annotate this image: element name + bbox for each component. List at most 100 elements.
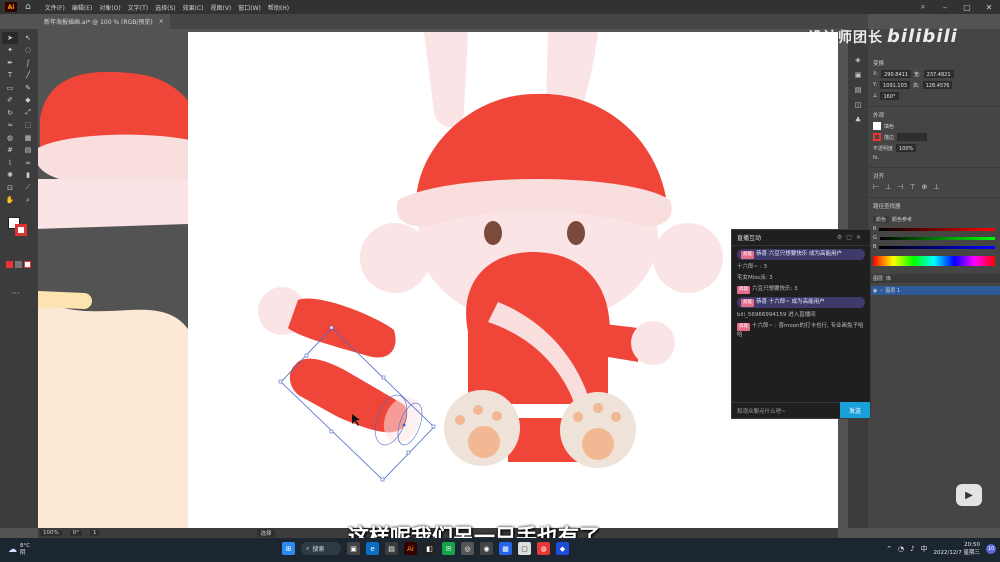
color-reference-tab[interactable]: 颜色参考 [892,216,912,223]
fx-button[interactable]: fx. [873,155,879,161]
clock[interactable]: 20:50 2022/12/7 星期三 [934,541,980,557]
panel-icon-b[interactable]: ▤ [848,83,868,98]
color-button[interactable] [6,261,13,268]
rotation-value[interactable]: 0° [69,530,82,536]
stroke-swatch[interactable] [15,224,27,236]
lasso-icon[interactable]: ◌ [20,45,36,57]
eraser-icon[interactable]: ◆ [20,95,36,107]
align-right-icon[interactable]: ⊣ [897,183,903,191]
menu-edit[interactable]: 编辑(E) [72,3,92,12]
volume-icon[interactable]: ♪ [910,545,914,553]
align-left-icon[interactable]: ⊢ [873,183,879,191]
menu-view[interactable]: 视图(V) [210,3,231,12]
color-spectrum[interactable] [873,256,995,266]
weather-widget[interactable]: ☁ 8°C 阴 [8,543,30,557]
app-icon-b[interactable]: ▢ [518,542,531,555]
canvas-area[interactable] [38,29,838,528]
color-tab[interactable]: 颜色 [873,216,890,223]
pen-tool-icon[interactable]: ✒ [2,57,18,69]
fill-color-chip[interactable] [873,122,881,130]
w-field[interactable]: 237.4821 [923,70,954,78]
warp-tool-icon[interactable]: ≈ [2,120,18,132]
type-tool-icon[interactable]: T [2,70,18,82]
curvature-tool-icon[interactable]: ∫ [20,57,36,69]
wifi-icon[interactable]: ◔ [898,545,904,553]
zoom-tool-icon[interactable]: ⌕ [20,195,36,207]
align-bottom-icon[interactable]: ⊥ [933,183,939,191]
shape-builder-icon[interactable]: ◍ [2,132,18,144]
home-icon[interactable]: ⌂ [25,2,31,12]
y-field[interactable]: 1091.103 [880,81,910,89]
more-tools-icon[interactable]: ··· [12,289,20,298]
send-button[interactable]: 发送 [840,402,870,418]
x-field[interactable]: 290.8411 [881,70,911,78]
layers-tab[interactable]: 图层 [873,275,883,282]
line-tool-icon[interactable]: ╱ [20,70,36,82]
cube-icon[interactable]: ◈ [848,53,868,68]
h-field[interactable]: 128.4576 [922,81,953,89]
direct-selection-tool-icon[interactable]: ↖ [20,32,36,44]
fill-stroke-swatches[interactable] [6,215,32,255]
scale-tool-icon[interactable]: ⤢ [20,107,36,119]
artboard-number[interactable]: 1 [89,530,100,536]
hand-tool-icon[interactable]: ✋ [2,195,18,207]
layer-name[interactable]: 图层 1 [885,287,900,294]
mesh-tool-icon[interactable]: # [2,145,18,157]
minimize-icon[interactable]: – [934,3,956,12]
perspective-grid-icon[interactable]: ▦ [20,132,36,144]
opacity-field[interactable]: 100% [896,144,917,152]
gradient-button[interactable] [15,261,22,268]
maximize-icon[interactable]: ▢ [956,3,978,12]
g-slider[interactable] [879,236,995,240]
chat-input[interactable]: 和观众聊点什么吧~ [737,407,786,415]
chrome-icon[interactable]: ◍ [537,542,550,555]
club-icon[interactable]: ♣ [848,113,868,128]
tab-close-icon[interactable]: × [159,18,164,25]
document-tab[interactable]: 新年海报插画.ai* @ 100 % (RGB/预览) × [38,14,170,29]
ime-icon[interactable]: 中 [921,544,928,554]
rectangle-tool-icon[interactable]: ▭ [2,82,18,94]
paintbrush-icon[interactable]: ✎ [20,82,36,94]
align-top-icon[interactable]: ⊤ [909,183,915,191]
tool-icon[interactable]: ▦ [499,542,512,555]
notification-badge[interactable]: 10 [986,544,996,554]
app-icon[interactable]: ◎ [461,542,474,555]
r-slider[interactable] [879,227,995,231]
artboard-tool-icon[interactable]: ⊡ [2,182,18,194]
chat-header-icons[interactable]: ⚙▢✕ [837,234,865,241]
panel-icon-a[interactable]: ▣ [848,68,868,83]
explorer-icon[interactable]: ▤ [385,542,398,555]
edge-icon[interactable]: e [366,542,379,555]
b-slider[interactable] [879,245,995,249]
align-middle-icon[interactable]: ⊕ [921,183,927,191]
magic-wand-icon[interactable]: ✦ [2,45,18,57]
game-icon[interactable]: ◉ [480,542,493,555]
store-icon[interactable]: ◆ [556,542,569,555]
search-icon[interactable]: ⌕ [912,2,934,12]
selection-tool-icon[interactable]: ➤ [2,32,18,44]
blend-tool-icon[interactable]: ∞ [20,157,36,169]
visibility-eye-icon[interactable]: ◉ [873,288,877,294]
slice-tool-icon[interactable]: ⟋ [20,182,36,194]
menu-object[interactable]: 对象(O) [99,3,120,12]
column-graph-icon[interactable]: ▮ [20,170,36,182]
menu-file[interactable]: 文件(F) [45,3,65,12]
align-center-icon[interactable]: ⊥ [885,183,891,191]
task-view-icon[interactable]: ▣ [347,542,360,555]
menu-window[interactable]: 窗口(W) [238,3,261,12]
eyedropper-icon[interactable]: ⌇ [2,157,18,169]
taskbar-search[interactable]: ⌕ 搜索 [301,542,341,555]
library-tab[interactable]: 库 [886,275,891,282]
menu-type[interactable]: 文字(T) [128,3,148,12]
panel-icon-c[interactable]: ◫ [848,98,868,113]
gradient-tool-icon[interactable]: ▤ [20,145,36,157]
rotate-tool-icon[interactable]: ↻ [2,107,18,119]
stroke-weight-field[interactable] [897,133,928,141]
stroke-color-chip[interactable] [873,133,881,141]
menu-select[interactable]: 选择(S) [155,3,176,12]
windows-start-icon[interactable]: ⊞ [282,542,295,555]
none-button[interactable] [24,261,31,268]
layer-expand-icon[interactable]: › [880,288,882,294]
tray-chevron-icon[interactable]: ⌃ [886,545,892,553]
close-icon[interactable]: ✕ [978,3,1000,12]
